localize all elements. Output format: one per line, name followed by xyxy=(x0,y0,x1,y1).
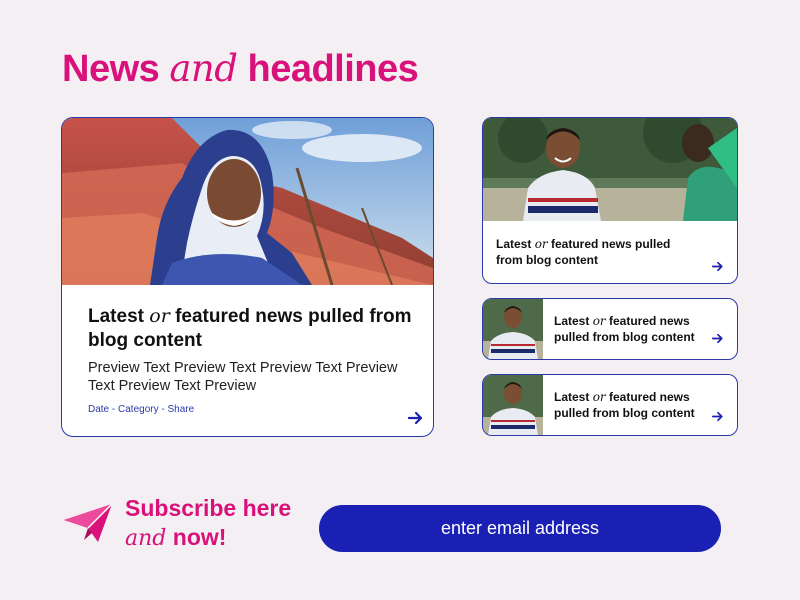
news-card-1-title: Latest or featured news pulled from blog… xyxy=(496,236,696,268)
news-card-1-photo xyxy=(483,118,737,221)
news-card-2[interactable]: Latest or featured news pulled from blog… xyxy=(482,298,738,360)
news-card-3[interactable]: Latest or featured news pulled from blog… xyxy=(482,374,738,436)
news-card-3-photo xyxy=(483,375,543,435)
arrow-right-icon[interactable] xyxy=(712,261,724,272)
featured-news-preview: Preview Text Preview Text Preview Text P… xyxy=(88,360,398,394)
page-title-news: News xyxy=(62,48,160,90)
news-card-3-title: Latest or featured news pulled from blog… xyxy=(554,389,722,421)
subscribe-line-2-now: now! xyxy=(172,524,227,550)
subscribe-line-2: and now! xyxy=(125,523,291,553)
news-card-3-title-latest: Latest xyxy=(554,390,590,404)
featured-news-title[interactable]: Latest or featured news pulled from blog… xyxy=(88,304,418,353)
news-card-3-title-or: or xyxy=(592,390,606,404)
news-card-1-title-latest: Latest xyxy=(496,237,532,251)
featured-news-meta[interactable]: Date - Category - Share xyxy=(88,404,194,415)
featured-news-body: Latest or featured news pulled from blog… xyxy=(88,304,418,395)
news-card-1-title-or: or xyxy=(534,237,548,251)
email-input[interactable] xyxy=(319,505,721,552)
news-card-2-title: Latest or featured news pulled from blog… xyxy=(554,313,722,345)
news-card-2-title-or: or xyxy=(592,314,606,328)
news-card-2-title-latest: Latest xyxy=(554,314,590,328)
page-title: News and headlines xyxy=(62,44,419,94)
featured-title-or: or xyxy=(149,305,170,327)
page-title-and: and xyxy=(169,47,238,90)
arrow-right-icon[interactable] xyxy=(712,411,724,422)
subscribe-line-1: Subscribe here xyxy=(125,495,292,521)
paper-plane-icon xyxy=(64,503,113,542)
news-card-1[interactable]: Latest or featured news pulled from blog… xyxy=(482,117,738,284)
featured-title-latest: Latest xyxy=(88,306,144,327)
arrow-right-icon[interactable] xyxy=(408,411,424,425)
featured-news-photo xyxy=(62,118,433,285)
page-title-headlines: headlines xyxy=(247,48,419,90)
subscribe-heading: Subscribe here and now! xyxy=(125,494,291,553)
featured-news-card[interactable]: Latest or featured news pulled from blog… xyxy=(61,117,434,437)
arrow-right-icon[interactable] xyxy=(712,333,724,344)
subscribe-line-2-and: and xyxy=(125,526,167,551)
news-card-2-photo xyxy=(483,299,543,359)
